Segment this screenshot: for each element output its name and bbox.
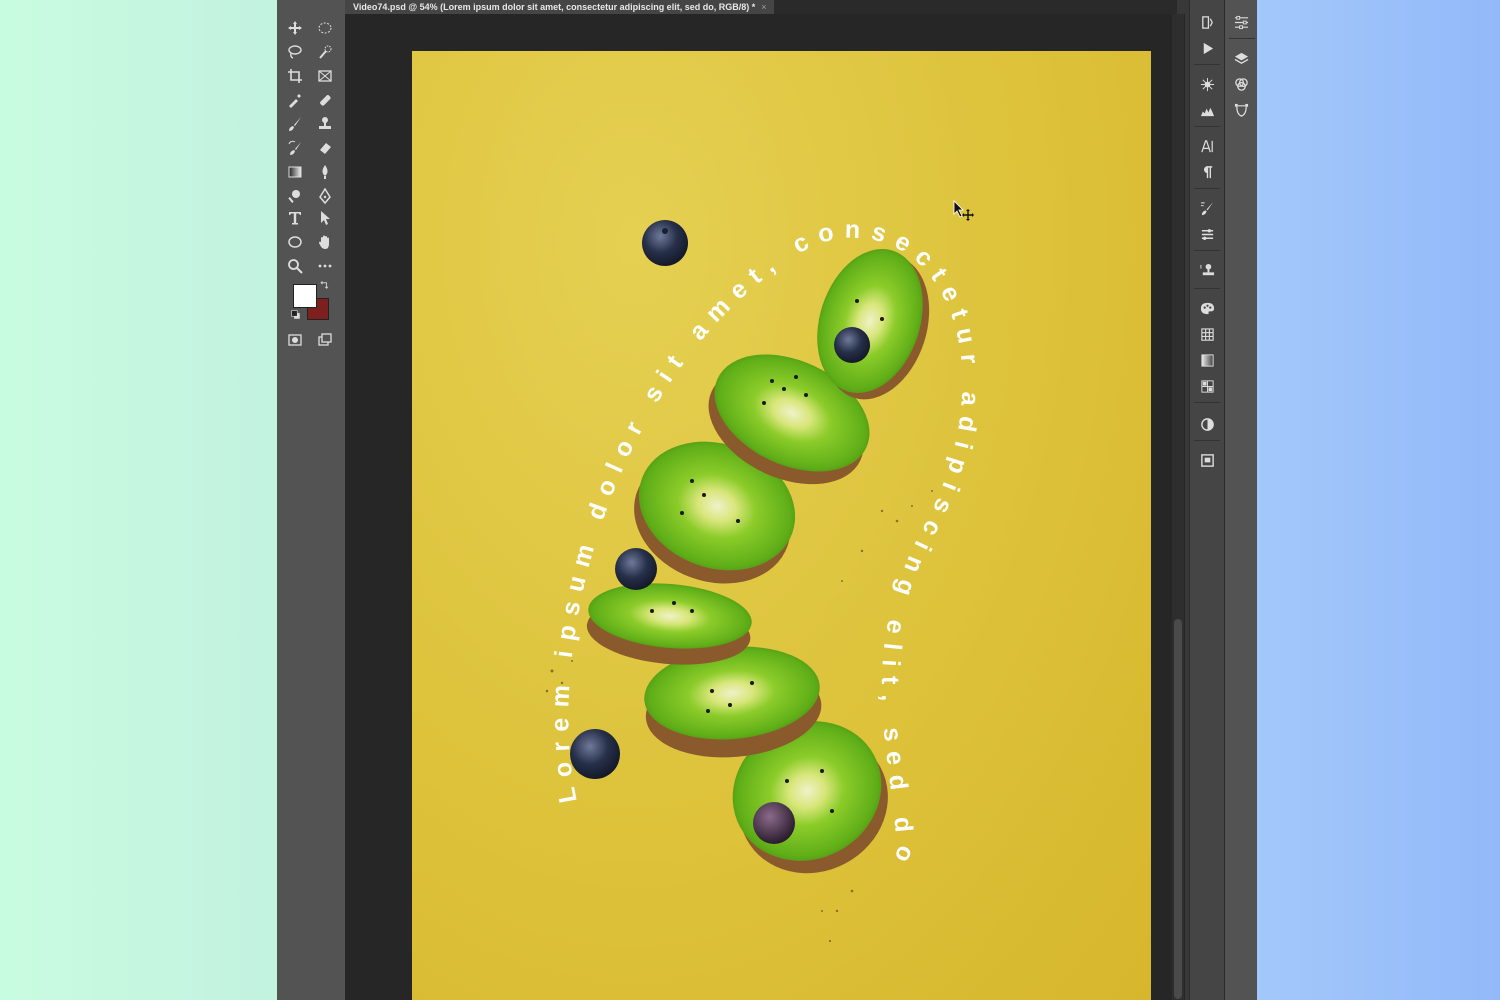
path-selection-icon[interactable]	[314, 208, 336, 228]
artwork: Lorem ipsum dolor sit amet, consectetur …	[545, 216, 974, 943]
more-tools-icon[interactable]	[314, 256, 336, 276]
foreground-color-swatch[interactable]	[293, 284, 317, 308]
history-icon[interactable]	[1197, 12, 1217, 32]
swatches-icon[interactable]	[1197, 324, 1217, 344]
blur-icon[interactable]	[314, 162, 336, 182]
type-icon[interactable]	[284, 208, 306, 228]
blueberry	[642, 220, 688, 266]
gradients-icon[interactable]	[1197, 350, 1217, 370]
document-tab-bar: Video74.psd @ 54% (Lorem ipsum dolor sit…	[345, 0, 1177, 14]
artboard[interactable]: Lorem ipsum dolor sit amet, consectetur …	[412, 51, 1151, 1000]
elliptical-marquee-icon[interactable]	[314, 18, 336, 38]
blueberry	[615, 548, 657, 590]
properties-icon[interactable]	[1231, 12, 1251, 32]
move-cursor-icon	[953, 200, 974, 221]
eyedropper-icon[interactable]	[284, 90, 306, 110]
gradient-icon[interactable]	[284, 162, 306, 182]
hand-icon[interactable]	[314, 232, 336, 252]
layers-icon[interactable]	[1231, 48, 1251, 68]
move-tool-icon[interactable]	[284, 18, 306, 38]
canvas-area[interactable]: Lorem ipsum dolor sit amet, consectetur …	[345, 14, 1185, 1000]
scrollbar-thumb[interactable]	[1174, 619, 1182, 999]
zoom-icon[interactable]	[284, 256, 306, 276]
clone-stamp-icon[interactable]	[314, 114, 336, 134]
photoshop-window: Video74.psd @ 54% (Lorem ipsum dolor sit…	[277, 0, 1257, 1000]
styles-icon[interactable]	[1197, 414, 1217, 434]
blueberry	[834, 327, 870, 363]
document-tab-title: Video74.psd @ 54% (Lorem ipsum dolor sit…	[353, 2, 756, 12]
paths-icon[interactable]	[1231, 100, 1251, 120]
vertical-scrollbar[interactable]	[1172, 14, 1184, 1000]
panel-icon-strip	[1189, 0, 1224, 1000]
desktop-background-left	[0, 0, 277, 1000]
eraser-icon[interactable]	[314, 138, 336, 158]
histogram-icon[interactable]	[1197, 100, 1217, 120]
crop-icon[interactable]	[284, 66, 306, 86]
close-icon[interactable]: ×	[761, 0, 766, 14]
quick-mask-icon[interactable]	[284, 330, 306, 350]
panel-icon-strip-secondary	[1224, 0, 1257, 1000]
brush-icon[interactable]	[284, 114, 306, 134]
brush-settings-icon[interactable]	[1197, 198, 1217, 218]
pen-icon[interactable]	[314, 186, 336, 206]
spot-healing-icon[interactable]	[314, 90, 336, 110]
adjust-icon[interactable]	[1197, 74, 1217, 94]
document-tab[interactable]: Video74.psd @ 54% (Lorem ipsum dolor sit…	[345, 0, 775, 14]
default-colors-icon[interactable]	[289, 308, 303, 322]
character-icon[interactable]	[1197, 136, 1217, 156]
history-brush-icon[interactable]	[284, 138, 306, 158]
kiwi-slice	[586, 583, 752, 665]
quick-selection-icon[interactable]	[314, 42, 336, 62]
desktop-background-right	[1257, 0, 1500, 1000]
brushes-icon[interactable]	[1197, 224, 1217, 244]
libraries-icon[interactable]	[1197, 450, 1217, 470]
paragraph-icon[interactable]	[1197, 162, 1217, 182]
play-icon[interactable]	[1197, 38, 1217, 58]
lasso-icon[interactable]	[284, 42, 306, 62]
dodge-icon[interactable]	[284, 186, 306, 206]
frame-icon[interactable]	[314, 66, 336, 86]
screen-mode-icon[interactable]	[314, 330, 336, 350]
tools-panel	[277, 0, 346, 1000]
clone-source-icon[interactable]	[1197, 260, 1217, 280]
color-icon[interactable]	[1197, 298, 1217, 318]
patterns-icon[interactable]	[1197, 376, 1217, 396]
swap-colors-icon[interactable]	[317, 278, 331, 292]
channels-icon[interactable]	[1231, 74, 1251, 94]
grape	[753, 802, 795, 844]
ellipse-tool-icon[interactable]	[284, 232, 306, 252]
